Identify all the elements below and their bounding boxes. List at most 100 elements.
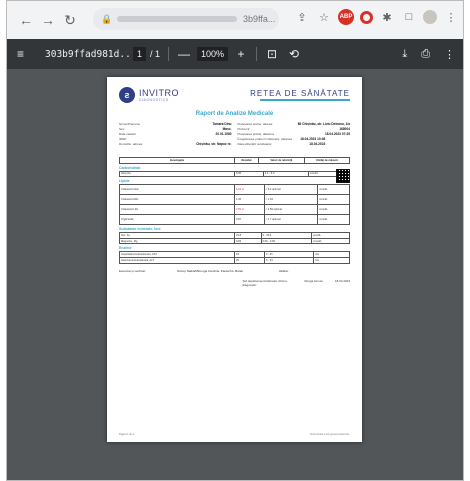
pdf-file-name: 303b9ffad981d...: [45, 48, 137, 60]
logo-sub: DIAGNOSTICS: [139, 98, 169, 102]
col-test: Investigație: [119, 157, 235, 164]
meta-label: Data nasterii: [119, 132, 136, 136]
head-label: Șef departament laborator clinico-diagno…: [242, 278, 288, 287]
test-ref: 4.1 - 5.9: [262, 170, 309, 178]
col-ref: Valori de referință: [257, 157, 305, 164]
sidepanel-icon[interactable]: □: [401, 9, 417, 25]
brand-underline: [260, 99, 350, 101]
kebab-menu-icon[interactable]: ⋮: [443, 9, 459, 25]
avatar[interactable]: [423, 10, 437, 24]
qr-code: [336, 169, 350, 183]
zoom-input[interactable]: 100%: [197, 47, 229, 61]
col-result: Rezultat: [234, 157, 259, 164]
pdf-toolbar: ≡ 303b9ffad981d... 1 / 1 — 100% + ⊡ ⟲ ⤓ …: [7, 39, 463, 69]
head-signature: Șef departament laborator clinico-diagno…: [119, 279, 350, 287]
opera-icon[interactable]: [360, 10, 373, 24]
test-name: Trigliceride: [119, 214, 235, 226]
table-row: Glucoza 5.00 4.1 - 5.9 mmol/L: [119, 170, 351, 178]
adblock-icon[interactable]: ABP: [338, 9, 354, 25]
zoom-out-icon[interactable]: —: [177, 47, 191, 61]
meta-label: Sex:: [119, 127, 126, 131]
section-enzymes: Enzime: [119, 246, 132, 251]
pdf-viewer[interactable]: ƨ INVITRO DIAGNOSTICS RETEA DE SĂNĂTATE …: [7, 69, 463, 480]
logo-mark-icon: ƨ: [119, 87, 135, 103]
star-icon[interactable]: ☆: [316, 9, 332, 25]
footer-right: Documentul a fost generat electronic.: [310, 433, 350, 436]
test-name: Colesterol total: [119, 184, 235, 196]
patient-gender: Masc.: [222, 127, 232, 131]
collect-date: 18.04.2023 07:39: [325, 132, 350, 136]
browser-toolbar: ← → ↻ 🔒 3b9ffa... ⇪ ☆ ABP ✱ □ ⋮: [7, 1, 463, 39]
test-ref: 0.66 - 0.99: [260, 237, 313, 245]
table-carbo: Glucoza 5.00 4.1 - 5.9 mmol/L: [119, 170, 351, 178]
extension-icons: ⇪ ☆ ABP ✱ □ ⋮: [294, 9, 459, 25]
meta-label: Data eliberării rezultatelor: [237, 142, 272, 146]
address-bar[interactable]: 🔒 3b9ffa...: [93, 8, 279, 30]
table-enzymes: Aspartataminotransferaza, AST 18 0 - 31 …: [119, 251, 350, 264]
signature-block: Executat și verificat: Rozup Nadia/Mitre…: [119, 269, 350, 273]
hamburger-menu-icon[interactable]: ≡: [17, 47, 33, 61]
forward-arrow-icon[interactable]: →: [37, 9, 59, 31]
print-icon[interactable]: ⎙: [421, 48, 430, 61]
test-unit: mmol/L: [317, 204, 350, 216]
table-row: Colesterol LDL 3.65 H < 2.59 optimal mmo…: [119, 204, 350, 216]
fit-page-icon[interactable]: ⊡: [265, 47, 279, 61]
test-name: Colesterol LDL: [119, 204, 235, 216]
doc-note: [119, 151, 350, 154]
test-result: 0.83: [234, 237, 262, 245]
share-icon[interactable]: ⇪: [294, 9, 310, 25]
reload-icon[interactable]: ↻: [59, 9, 81, 31]
test-unit: U/L: [313, 257, 350, 264]
url-suffix: 3b9ffa...: [243, 14, 276, 24]
table-minerals: Fier, Fe 21.8 9 - 30.4 µmol/L Magneziu, …: [119, 232, 350, 245]
meta-label: Prelevarea probei, data/ora: [237, 132, 274, 136]
executed-names: Rozup Nadia/Mitrenga Carolina, Paraschiv…: [177, 268, 244, 273]
birth-date: 20.01.1980: [215, 132, 232, 136]
url-blurred: [117, 16, 237, 22]
brand-name: RETEA DE SĂNĂTATE: [250, 89, 350, 98]
test-unit: mmol/L: [317, 184, 350, 196]
section-carbo: Carbohidrați: [119, 165, 141, 170]
test-result: 5.00: [234, 170, 264, 178]
page-footer: Pagina 1 din 1 Documentul a fost generat…: [119, 433, 350, 436]
test-ref: 0 - 33: [263, 257, 315, 264]
doc-header: ƨ INVITRO DIAGNOSTICS RETEA DE SĂNĂTATE: [119, 87, 350, 103]
back-arrow-icon[interactable]: ←: [15, 9, 37, 31]
executed-label: Executat și verificat:: [119, 268, 146, 273]
puzzle-icon[interactable]: ✱: [379, 9, 395, 25]
patient-name: Tamara Dinu: [212, 122, 232, 126]
head-date: 18.04.2023: [334, 278, 350, 283]
patient-address: Chișinău, str. Napoc nr.: [196, 142, 232, 146]
head-name: Rozga Ionosu: [304, 278, 323, 283]
meta-label: Domiciliu, adresa:: [119, 142, 143, 146]
table-row: Alaninaminotransferaza, ALT 20 0 - 33 U/…: [119, 257, 350, 264]
issue-date: 18.04.2023: [309, 142, 326, 146]
table-row: Trigliceride 0.87 < 1.7 optimal mmol/L: [119, 214, 350, 226]
test-ref: > 1.04: [263, 194, 319, 206]
zoom-in-icon[interactable]: +: [234, 47, 248, 61]
report-title: Raport de Analize Medicale: [195, 111, 274, 117]
page-number-input[interactable]: 1: [133, 47, 147, 61]
test-name: Magneziu, Mg: [119, 237, 235, 245]
test-result: 20: [234, 257, 265, 264]
meta-label: Prelevarea probei, adresa:: [237, 122, 273, 126]
reg-date: 18.04.2023 10:46: [300, 137, 326, 141]
footer-left: Pagina 1 din 1: [119, 433, 135, 436]
table-row: Colesterol HDL 1.36 > 1.04 mmol/L: [119, 194, 350, 206]
section-minerals: Substanțe minerale, ioni: [119, 227, 161, 232]
test-ref: < 2.59 optimal: [263, 204, 319, 216]
test-unit: mmol/L: [317, 214, 350, 226]
test-unit: mmol/L: [317, 194, 350, 206]
rotate-icon[interactable]: ⟲: [287, 47, 301, 61]
logo-name: INVITRO: [139, 88, 180, 98]
test-result: 3.65 H: [234, 204, 265, 216]
meta-label: Nume/Prenume: [119, 122, 141, 126]
more-options-icon[interactable]: ⋮: [444, 48, 455, 61]
test-result: 0.87: [234, 214, 265, 226]
results-table: Investigație Rezultat Valori de referinț…: [119, 157, 351, 164]
patient-meta: Nume/Prenume Tamara Dinu Prelevarea probe…: [119, 122, 350, 146]
table-row: Colesterol total 6.04 H < 5.2 optimal mm…: [119, 184, 350, 196]
lab-address: Mi Chișinău, str. Liviu Deleanu, 1/a: [297, 122, 350, 126]
download-icon[interactable]: ⤓: [402, 48, 407, 61]
table-row: Magneziu, Mg 0.83 0.66 - 0.99 mmol/L: [119, 237, 350, 245]
